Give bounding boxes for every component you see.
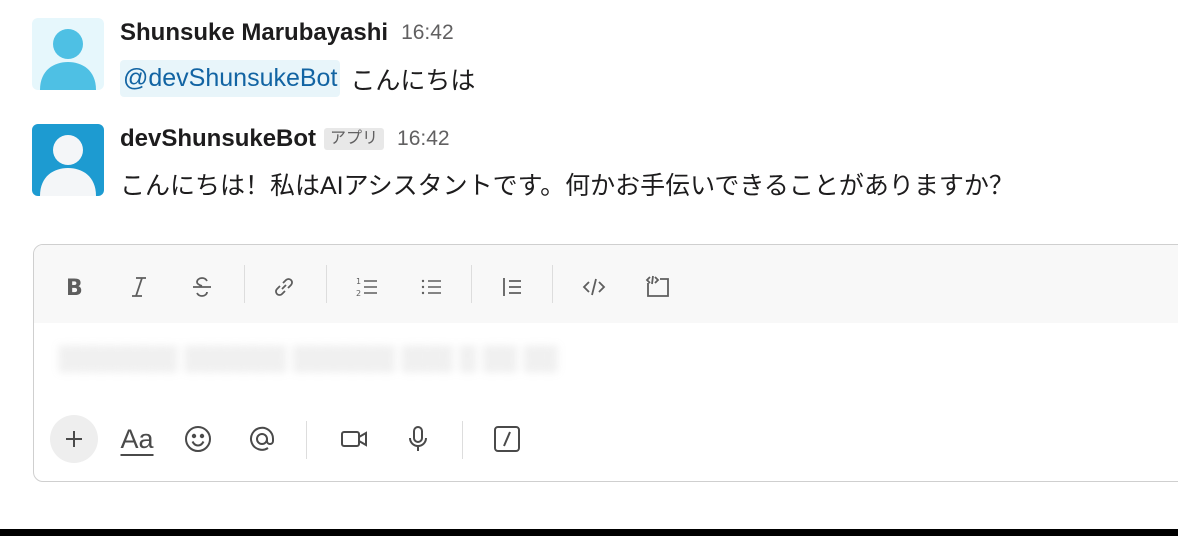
sender-name[interactable]: Shunsuke Marubayashi bbox=[120, 19, 388, 47]
message-composer: B 12 ░░░░░░░ ░░░░░░ ░░░░░░ ░░░ ░ ░░ ░░ A… bbox=[33, 244, 1178, 482]
code-icon[interactable] bbox=[574, 267, 614, 307]
italic-icon[interactable] bbox=[119, 267, 159, 307]
composer-actions: Aa bbox=[34, 407, 1178, 473]
link-icon[interactable] bbox=[264, 267, 304, 307]
video-icon[interactable] bbox=[330, 415, 378, 463]
timestamp[interactable]: 16:42 bbox=[397, 127, 450, 151]
toolbar-divider bbox=[326, 265, 327, 303]
bold-icon[interactable]: B bbox=[54, 267, 94, 307]
sender-name[interactable]: devShunsukeBot bbox=[120, 125, 316, 153]
code-block-icon[interactable] bbox=[638, 267, 678, 307]
plus-icon[interactable] bbox=[50, 415, 98, 463]
blockquote-icon[interactable] bbox=[492, 267, 532, 307]
microphone-icon[interactable] bbox=[394, 415, 442, 463]
timestamp[interactable]: 16:42 bbox=[401, 21, 454, 45]
toolbar-divider bbox=[306, 421, 307, 459]
input-placeholder: ░░░░░░░ ░░░░░░ ░░░░░░ ░░░ ░ ░░ ░░ bbox=[58, 345, 558, 372]
message-text: @devShunsukeBot こんにちは bbox=[120, 60, 475, 97]
message-body: こんにちは！私はAIアシスタントです。何かお手伝いできることがありますか？ bbox=[120, 172, 1014, 200]
toolbar-divider bbox=[471, 265, 472, 303]
app-badge: アプリ bbox=[324, 128, 385, 150]
ordered-list-icon[interactable]: 12 bbox=[347, 267, 387, 307]
shortcut-icon[interactable] bbox=[483, 415, 531, 463]
avatar[interactable] bbox=[32, 18, 104, 90]
message-input[interactable]: ░░░░░░░ ░░░░░░ ░░░░░░ ░░░ ░ ░░ ░░ bbox=[34, 323, 1178, 403]
toolbar-divider bbox=[462, 421, 463, 459]
strikethrough-icon[interactable] bbox=[182, 267, 222, 307]
user-mention[interactable]: @devShunsukeBot bbox=[120, 60, 341, 97]
toolbar-divider bbox=[552, 265, 553, 303]
format-text-icon[interactable]: Aa bbox=[112, 415, 162, 463]
message-body: こんにちは bbox=[350, 66, 476, 95]
avatar[interactable] bbox=[32, 124, 104, 196]
format-label: Aa bbox=[120, 423, 154, 454]
formatting-toolbar: B 12 bbox=[34, 245, 1178, 323]
svg-text:1: 1 bbox=[356, 277, 361, 286]
mention-icon[interactable] bbox=[238, 415, 286, 463]
emoji-icon[interactable] bbox=[174, 415, 222, 463]
svg-text:B: B bbox=[66, 276, 83, 301]
bulleted-list-icon[interactable] bbox=[411, 267, 451, 307]
toolbar-divider bbox=[244, 265, 245, 303]
svg-text:2: 2 bbox=[356, 289, 361, 298]
window-bottom-edge bbox=[0, 529, 1178, 536]
